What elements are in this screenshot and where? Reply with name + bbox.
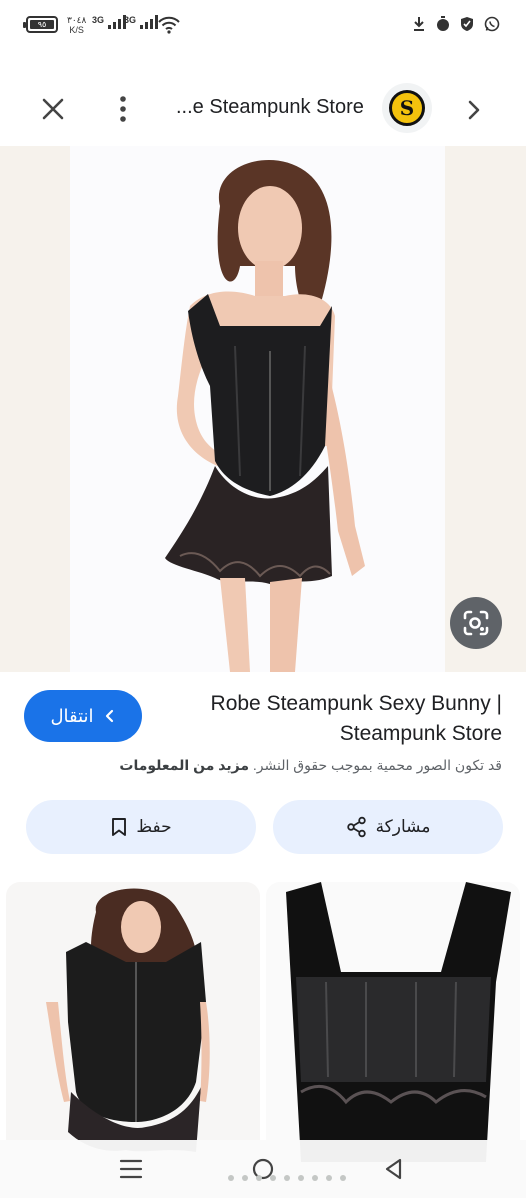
source-header: ...e Steampunk Store S (0, 70, 526, 146)
back-triangle-icon (385, 1158, 402, 1180)
chevron-left-icon (105, 709, 113, 723)
close-button[interactable] (36, 92, 70, 126)
save-button[interactable]: حفظ (26, 800, 256, 854)
status-notification-icons (412, 16, 500, 32)
copyright-notice: قد تكون الصور محمية بموجب حقوق النشر. مز… (22, 757, 502, 774)
signal-type-sim2: 3G (124, 15, 137, 25)
next-result-button[interactable] (460, 96, 488, 124)
share-button[interactable]: مشاركة (273, 800, 503, 854)
more-options-button[interactable] (108, 92, 138, 126)
prev-image-edge (0, 146, 70, 672)
related-corset-model-image (46, 888, 210, 1152)
source-site-title[interactable]: ...e Steampunk Store (176, 96, 364, 119)
signal-icon-sim2: 3G (124, 15, 159, 29)
visit-label: انتقال (50, 705, 94, 726)
status-bar: ٩٥ ٣٠٤٨ K/S 3G 3G (0, 0, 526, 52)
system-navigation-bar (0, 1140, 526, 1198)
more-vert-icon (120, 96, 126, 122)
model-in-corset-image (165, 159, 365, 672)
source-site-logo[interactable]: S (382, 83, 432, 133)
menu-icon (119, 1159, 143, 1179)
battery-icon: ٩٥ (23, 16, 58, 33)
pagination-dots (228, 1175, 346, 1181)
related-image-1[interactable] (6, 882, 260, 1162)
save-label: حفظ (136, 817, 172, 836)
next-image-edge (445, 146, 526, 672)
back-button[interactable] (382, 1157, 406, 1181)
result-title[interactable]: Robe Steampunk Sexy Bunny | Steampunk St… (172, 689, 502, 749)
share-label: مشاركة (375, 817, 431, 836)
wifi-icon (158, 16, 180, 34)
visit-button[interactable]: انتقال (24, 690, 142, 742)
timer-icon (437, 16, 449, 31)
battery-level: ٩٥ (30, 20, 54, 29)
related-image-2[interactable] (266, 882, 520, 1162)
main-product-image[interactable] (0, 146, 526, 672)
network-speed-unit: K/S (69, 25, 84, 35)
more-info-link[interactable]: مزيد من المعلومات (119, 757, 249, 773)
close-icon (42, 98, 64, 120)
signal-type-sim1: 3G (92, 15, 105, 25)
download-icon (414, 17, 424, 31)
copyright-text: قد تكون الصور محمية بموجب حقوق النشر. (252, 757, 502, 773)
related-corset-product-image (286, 882, 511, 1162)
network-speed-value: ٣٠٤٨ (67, 15, 87, 25)
shield-icon (461, 17, 473, 31)
bookmark-icon (112, 818, 127, 836)
network-speed: ٣٠٤٨ K/S (67, 15, 86, 35)
signal-icon-sim1: 3G (92, 15, 127, 29)
visual-search-button[interactable] (450, 597, 502, 649)
source-logo-letter: S (389, 90, 425, 126)
chevron-right-icon (468, 100, 480, 120)
whatsapp-icon (484, 16, 500, 32)
recent-apps-button[interactable] (118, 1158, 144, 1180)
lens-icon (463, 610, 489, 636)
product-photo (70, 146, 445, 672)
share-icon (346, 816, 366, 838)
